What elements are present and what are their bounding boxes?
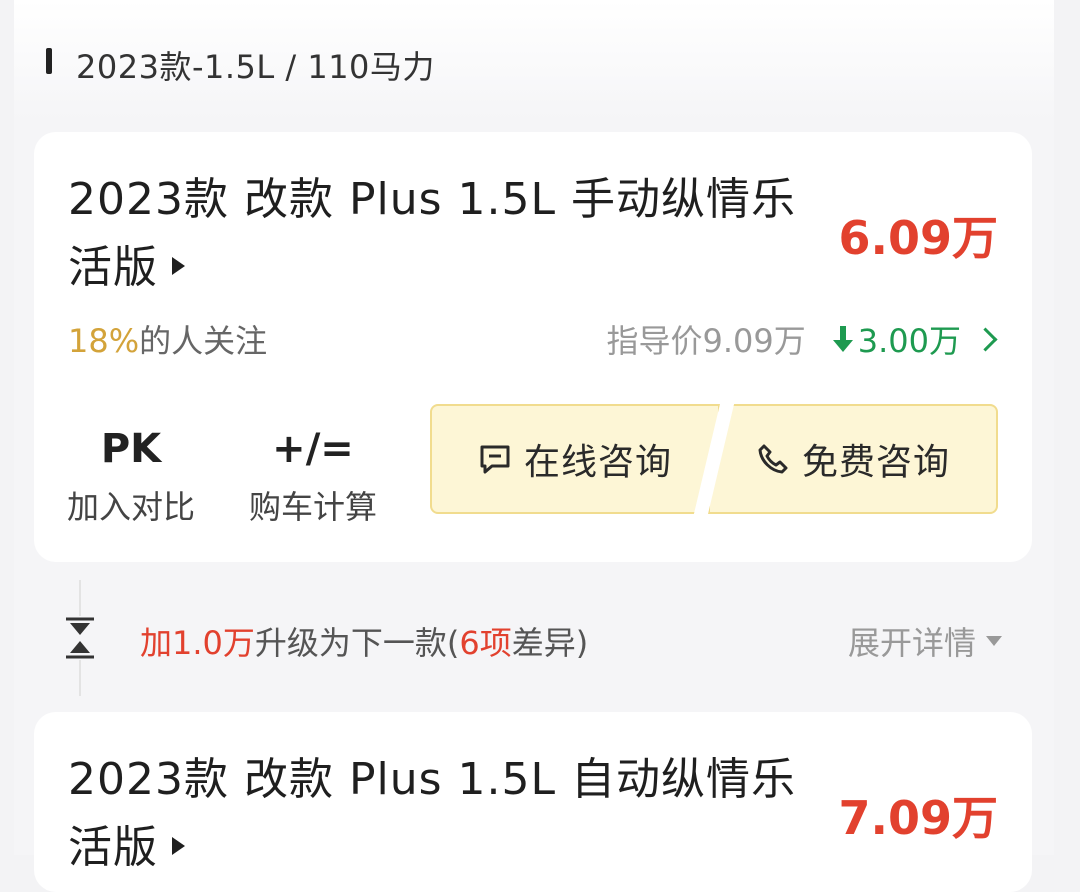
trim-card[interactable]: 2023款 改款 Plus 1.5L 手动纵情乐活版 6.09万 18%的人关注… [34,132,1032,562]
trim-name: 2023款 改款 Plus 1.5L 自动纵情乐活版 [68,754,796,873]
trim-name-link[interactable]: 2023款 改款 Plus 1.5L 自动纵情乐活版 [68,746,828,882]
trim-card[interactable]: 2023款 改款 Plus 1.5L 自动纵情乐活版 7.09万 [34,712,1032,892]
purchase-calculator-label: 购车计算 [248,488,377,526]
upgrade-prefix: 加 [140,624,173,662]
upgrade-compare-row[interactable]: 加1.0万升级为下一款(6项差异) 展开详情 [34,580,1032,700]
down-arrow-icon [832,324,854,354]
trim-name: 2023款 改款 Plus 1.5L 手动纵情乐活版 [68,174,796,293]
guide-price: 指导价9.09万 [606,322,806,360]
difference-unit: 项 [479,624,512,662]
collapse-compare-icon [64,616,96,660]
add-compare-button[interactable]: PK 加入对比 [56,424,206,528]
play-arrow-icon [172,837,185,855]
expand-details-button[interactable]: 展开详情 [848,618,1002,664]
section-title: 2023款-1.5L / 110马力 [76,48,435,86]
online-consult-button[interactable]: 在线咨询 [430,404,720,514]
upgrade-mid: 升级为下一款( [254,624,460,662]
play-arrow-icon [172,257,185,275]
caret-down-icon [986,636,1002,646]
chat-icon [478,442,512,476]
upgrade-amount: 1.0万 [172,624,255,662]
price-drop-amount: 3.00万 [857,322,961,360]
difference-count: 6 [459,624,480,662]
free-consult-label: 免费咨询 [801,442,950,483]
attention-percent: 18% [68,322,140,360]
section-marker [46,48,52,74]
attention-label: 的人关注 [139,322,268,360]
trim-price: 6.09万 [838,211,999,265]
chevron-right-icon [973,326,998,352]
expand-details-label: 展开详情 [847,624,976,662]
price-drop-link[interactable]: 指导价9.09万 3.00万 [606,316,998,362]
trim-price: 7.09万 [838,791,999,845]
online-consult-label: 在线咨询 [523,442,672,483]
pk-icon: PK [100,426,162,472]
calculator-icon: +/= [272,426,354,472]
free-consult-button[interactable]: 免费咨询 [708,404,998,514]
price-drop: 3.00万 [832,316,998,362]
add-compare-label: 加入对比 [66,488,195,526]
upgrade-suffix: 差异) [511,624,589,662]
phone-icon [756,442,790,476]
attention-info: 18%的人关注 [68,316,267,362]
purchase-calculator-button[interactable]: +/= 购车计算 [238,424,388,528]
trim-name-link[interactable]: 2023款 改款 Plus 1.5L 手动纵情乐活版 [68,166,828,302]
upgrade-summary: 加1.0万升级为下一款(6项差异) [140,618,588,664]
